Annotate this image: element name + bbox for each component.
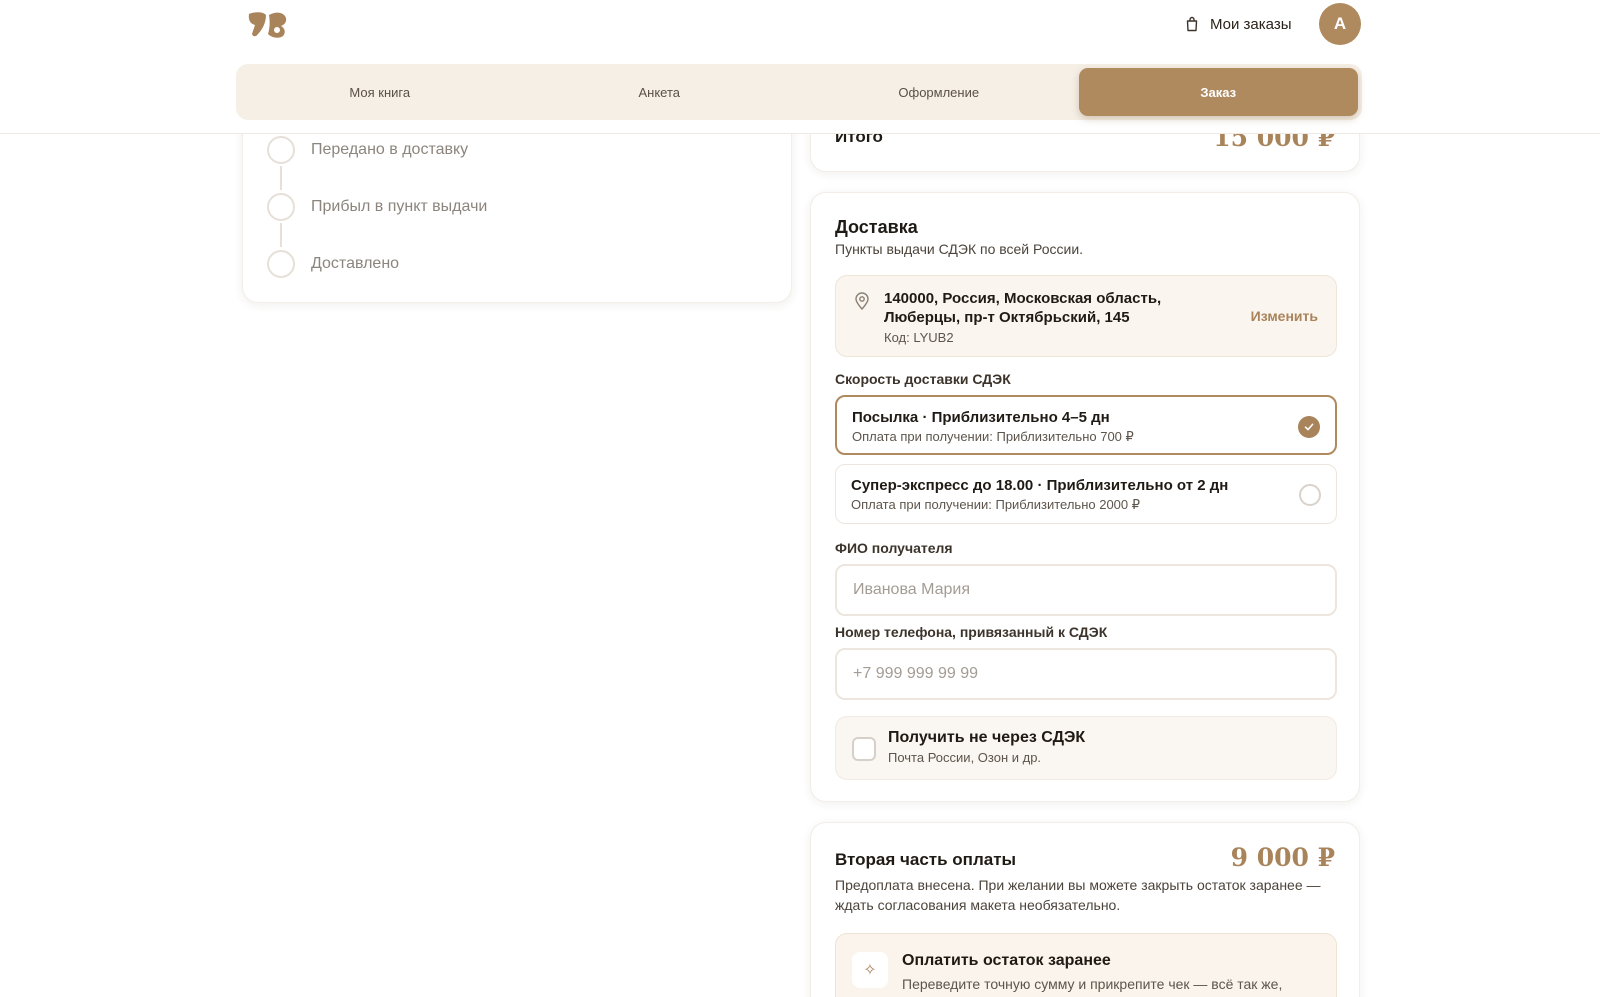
phone-label: Номер телефона, привязанный к СДЭК xyxy=(835,624,1108,640)
shopping-bag-icon xyxy=(1186,16,1198,32)
delivery-option-super-express[interactable]: Супер-экспресс до 18.00 · Приблизительно… xyxy=(835,464,1337,524)
brand-logo-icon[interactable] xyxy=(246,10,288,40)
option-subtitle: Оплата при получении: Приблизительно 200… xyxy=(851,497,1141,512)
payment-title: Вторая часть оплаты xyxy=(835,850,1017,869)
step-connector xyxy=(280,166,282,190)
my-orders-link[interactable]: Мои заказы xyxy=(1184,12,1292,36)
tab-order[interactable]: Заказ xyxy=(1078,68,1358,116)
delivery-subtitle: Пункты выдачи СДЭК по всей России. xyxy=(835,241,1084,257)
alt-delivery-title: Получить не через СДЭК xyxy=(888,729,1086,746)
my-orders-label: Мои заказы xyxy=(1210,15,1292,33)
step-connector xyxy=(280,223,282,247)
sparkle-icon: ✧ xyxy=(852,952,888,988)
delivery-card: Доставка Пункты выдачи СДЭК по всей Росс… xyxy=(810,192,1360,802)
alt-delivery-option[interactable]: Получить не через СДЭК Почта России, Озо… xyxy=(835,716,1337,780)
step-circle xyxy=(267,250,295,278)
step-label: Прибыл в пункт выдачи xyxy=(311,198,488,215)
payment-description: Предоплата внесена. При желании вы может… xyxy=(835,877,1321,913)
step-tabs: Моя книга Анкета Оформление Заказ xyxy=(236,64,1362,120)
timeline-step-handed-to-delivery: Передано в доставку xyxy=(267,135,468,165)
avatar[interactable]: А xyxy=(1319,3,1361,45)
pay-remaining-title: Оплатить остаток заранее xyxy=(902,952,1111,969)
delivery-option-parcel[interactable]: Посылка · Приблизительно 4–5 дн Оплата п… xyxy=(835,395,1337,455)
step-label: Доставлено xyxy=(311,255,400,272)
payment-amount: 9 000 ₽ xyxy=(1230,843,1335,872)
option-title: Супер-экспресс до 18.00 · Приблизительно… xyxy=(851,477,1229,494)
tab-design[interactable]: Оформление xyxy=(799,68,1079,116)
alt-delivery-checkbox[interactable] xyxy=(852,737,876,761)
map-pin-icon xyxy=(855,292,869,310)
option-subtitle: Оплата при получении: Приблизительно 700… xyxy=(852,429,1134,444)
change-address-button[interactable]: Изменить xyxy=(1251,308,1318,324)
check-icon xyxy=(1304,423,1314,431)
tab-questionnaire[interactable]: Анкета xyxy=(520,68,800,116)
phone-input[interactable] xyxy=(835,648,1337,700)
recipient-name-label: ФИО получателя xyxy=(835,540,953,556)
delivery-speed-label: Скорость доставки СДЭК xyxy=(835,371,1011,387)
address-line-2: Люберцы, пр-т Октябрьский, 145 xyxy=(884,309,1130,326)
pickup-address-box: 140000, Россия, Московская область, Любе… xyxy=(835,275,1337,357)
order-status-timeline: Передано в доставку Прибыл в пункт выдач… xyxy=(242,110,792,303)
tab-my-book[interactable]: Моя книга xyxy=(240,68,520,116)
delivery-title: Доставка xyxy=(835,217,918,237)
address-line-1: 140000, Россия, Московская область, xyxy=(884,290,1162,307)
option-title: Посылка · Приблизительно 4–5 дн xyxy=(852,409,1110,426)
step-circle xyxy=(267,193,295,221)
header: Мои заказы А Моя книга Анкета Оформление… xyxy=(0,0,1600,134)
timeline-step-delivered: Доставлено xyxy=(267,249,399,279)
second-payment-card: Вторая часть оплаты 9 000 ₽ Предоплата в… xyxy=(810,822,1360,997)
step-label: Передано в доставку xyxy=(311,141,469,158)
step-circle xyxy=(267,136,295,164)
recipient-name-input[interactable] xyxy=(835,564,1337,616)
radio-unselected[interactable] xyxy=(1299,484,1321,506)
pay-remaining-option[interactable]: ✧ Оплатить остаток заранее Переведите то… xyxy=(835,933,1337,997)
timeline-step-arrived-pickup: Прибыл в пункт выдачи xyxy=(267,192,487,222)
pickup-code: Код: LYUB2 xyxy=(884,330,954,345)
pay-remaining-subtitle: Переведите точную сумму и прикрепите чек… xyxy=(902,976,1283,992)
alt-delivery-subtitle: Почта России, Озон и др. xyxy=(888,750,1042,765)
radio-selected[interactable] xyxy=(1298,416,1320,438)
